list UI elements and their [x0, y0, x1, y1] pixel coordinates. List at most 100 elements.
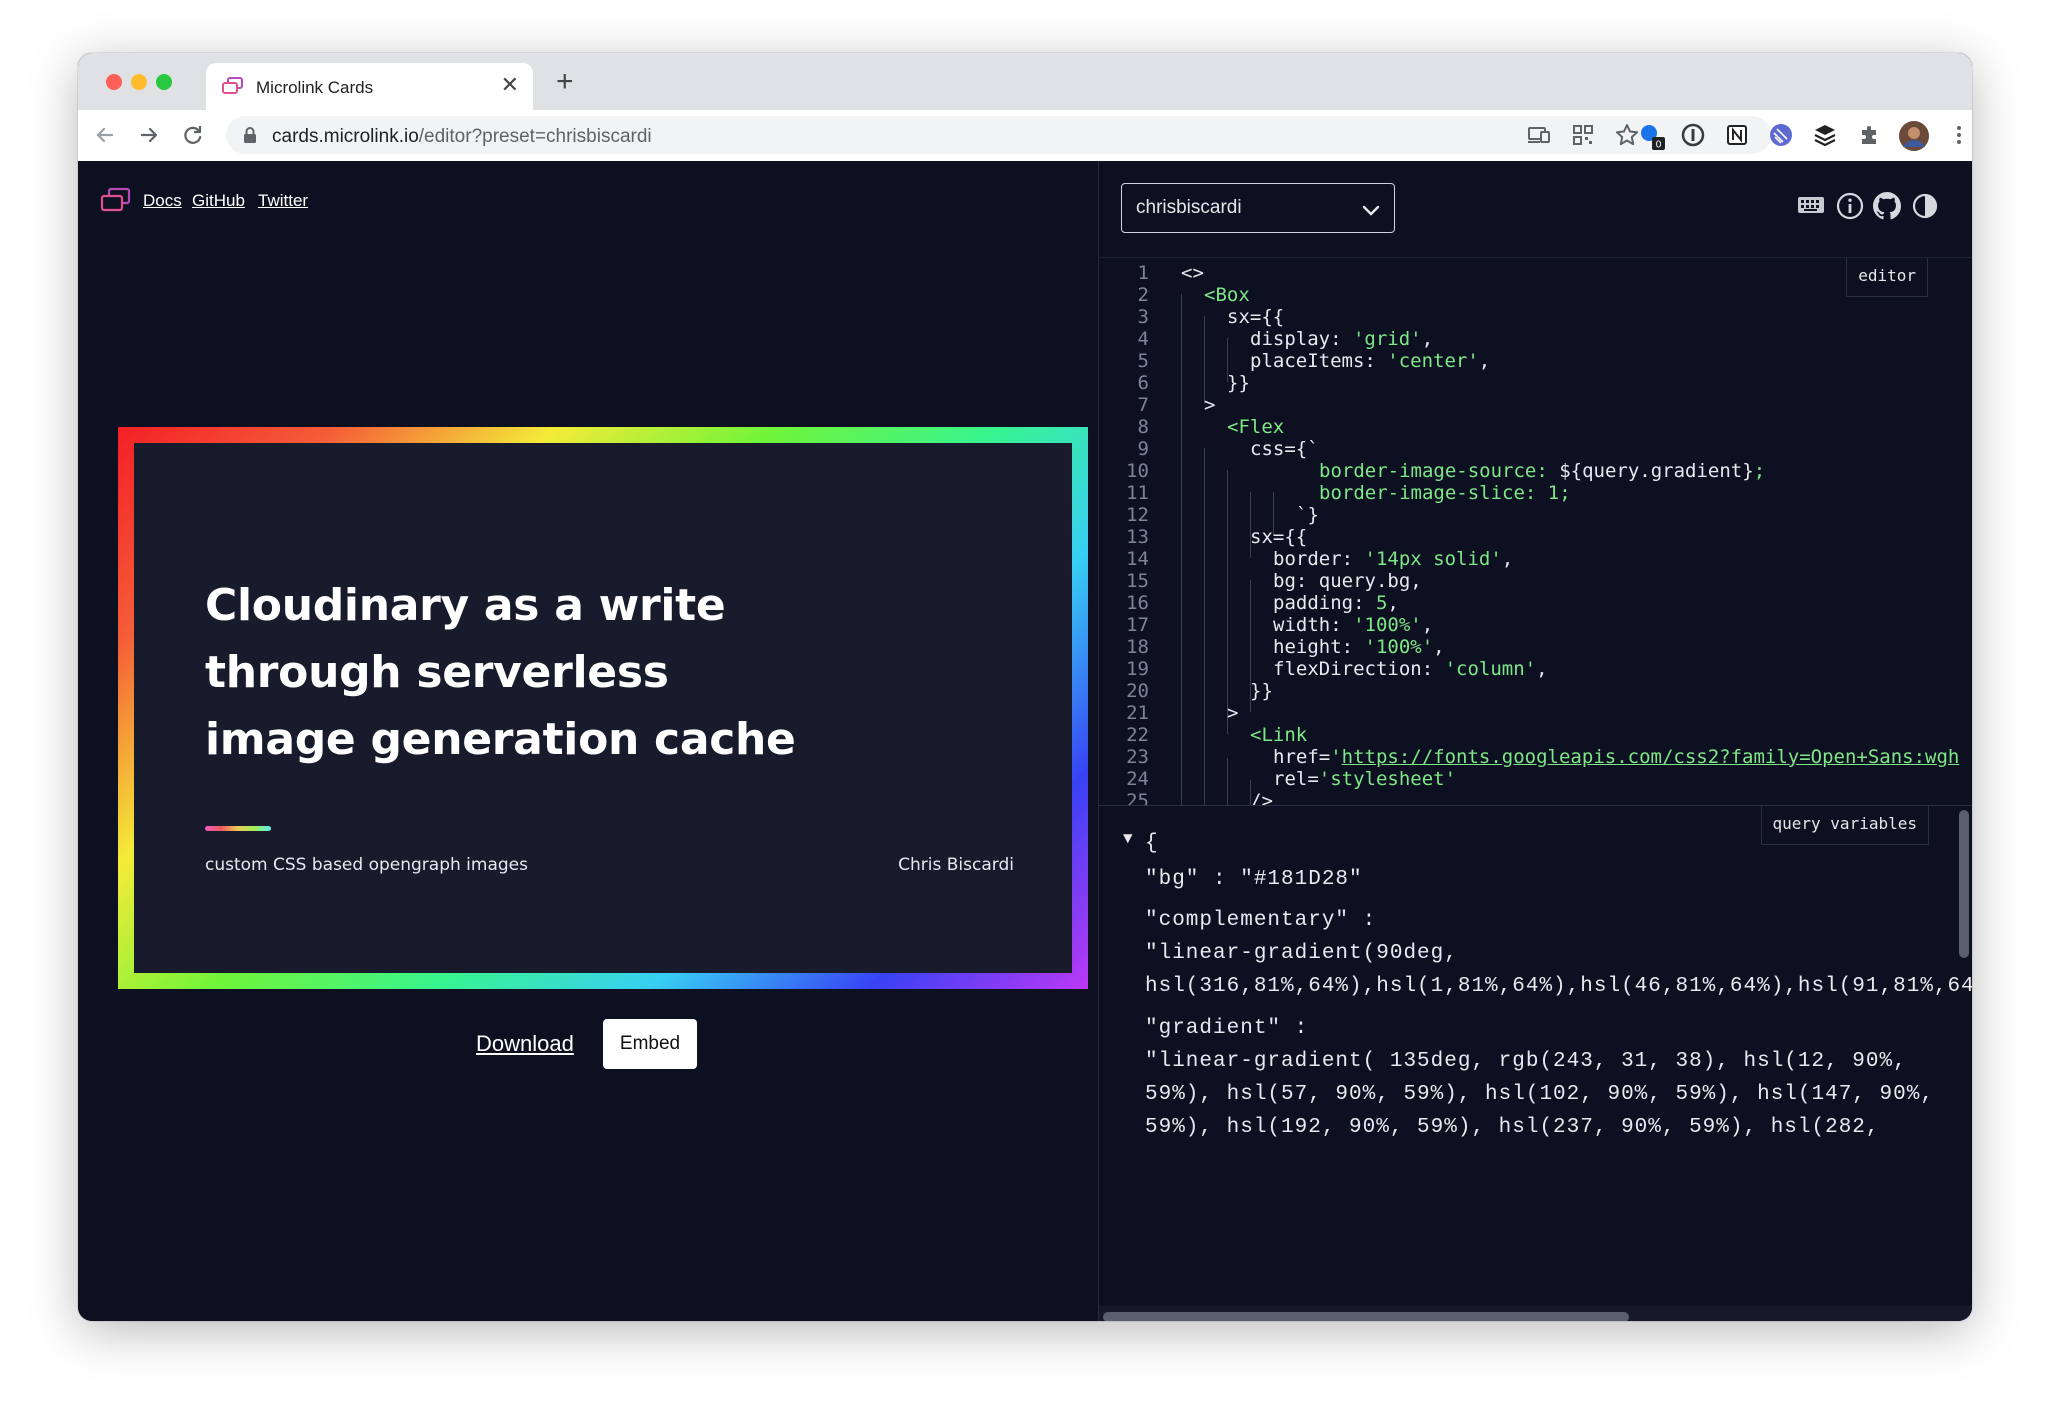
line-number: 25	[1126, 790, 1149, 806]
code-editor[interactable]: editor 1 2 3 4 5 6 7 8 9 10 11 12 13 14 …	[1099, 257, 1972, 806]
line-number: 24	[1126, 768, 1149, 790]
line-number: 19	[1126, 658, 1149, 680]
logo-icon[interactable]	[100, 187, 132, 218]
code-token: 'grid'	[1352, 328, 1422, 350]
line-number: 22	[1126, 724, 1149, 746]
line-number: 6	[1137, 372, 1149, 394]
preset-select[interactable]: chrisbiscardi	[1121, 183, 1395, 233]
code-line: <Link	[1250, 724, 1308, 746]
address-bar[interactable]: cards.microlink.io/editor?preset=chrisbi…	[226, 116, 1771, 154]
line-number: 14	[1126, 548, 1149, 570]
code-token: ${query.gradient}	[1559, 460, 1754, 482]
preset-select-value: chrisbiscardi	[1136, 197, 1242, 218]
code-line: bg: query.bg,	[1273, 570, 1422, 592]
minimize-window-button[interactable]	[131, 74, 147, 90]
code-token: ,	[1387, 592, 1399, 614]
lock-icon[interactable]	[242, 126, 258, 149]
nav-link-docs[interactable]: Docs	[143, 191, 182, 211]
notion-icon[interactable]	[1724, 122, 1750, 148]
url-host: cards.microlink.io	[272, 126, 419, 147]
buffer-icon[interactable]	[1812, 122, 1838, 148]
code-line: css={`	[1250, 438, 1319, 460]
line-number: 23	[1126, 746, 1149, 768]
horizontal-scrollbar[interactable]	[1103, 1312, 1629, 1321]
keyboard-icon[interactable]	[1797, 195, 1825, 220]
code-line: />	[1250, 790, 1273, 806]
qr-code-icon[interactable]	[1570, 122, 1596, 148]
code-line: sx={{	[1250, 526, 1308, 548]
tab-strip: Microlink Cards ✕ +	[78, 53, 1972, 110]
url-text[interactable]: cards.microlink.io/editor?preset=chrisbi…	[272, 126, 652, 148]
code-token: rel=	[1273, 768, 1319, 790]
indent-guide	[1250, 492, 1251, 558]
github-icon[interactable]	[1873, 192, 1901, 225]
indent-guide	[1204, 316, 1205, 404]
nav-link-github[interactable]: GitHub	[192, 191, 245, 211]
profile-avatar[interactable]	[1898, 120, 1930, 152]
preview-pane: Docs GitHub Twitter Cloudinary as a writ…	[78, 161, 1098, 1321]
line-number: 4	[1137, 328, 1149, 350]
nav-link-twitter[interactable]: Twitter	[258, 191, 308, 211]
onepassword-icon[interactable]	[1680, 122, 1706, 148]
card-title-line: image generation cache	[205, 714, 796, 765]
code-token: width:	[1273, 614, 1354, 636]
back-icon[interactable]	[90, 120, 120, 150]
browser-menu-icon[interactable]	[1946, 122, 1972, 148]
code-line: <>	[1181, 262, 1204, 284]
maximize-window-button[interactable]	[156, 74, 172, 90]
browser-tab[interactable]: Microlink Cards ✕	[206, 63, 533, 110]
code-line: height: '100%',	[1273, 636, 1445, 658]
line-number: 9	[1137, 438, 1149, 460]
json-brace: {	[1145, 832, 1159, 855]
code-line: display: 'grid',	[1250, 328, 1433, 350]
code-token: 'column'	[1444, 658, 1537, 680]
reload-icon[interactable]	[178, 120, 208, 150]
json-key: "bg" :	[1145, 868, 1241, 891]
close-window-button[interactable]	[106, 74, 122, 90]
code-token: '	[1330, 746, 1342, 768]
json-value: 59%), hsl(57, 90%, 59%), hsl(102, 90%, 5…	[1145, 1083, 1934, 1106]
bookmark-star-icon[interactable]	[1614, 122, 1640, 148]
code-line: border-image-source: ${query.gradient};	[1319, 460, 1765, 482]
new-tab-button[interactable]: +	[556, 65, 574, 99]
code-token: ;	[1753, 460, 1766, 482]
extensions-puzzle-icon[interactable]	[1856, 122, 1882, 148]
info-icon[interactable]	[1836, 192, 1864, 225]
line-number: 20	[1126, 680, 1149, 702]
line-number: 12	[1126, 504, 1149, 526]
code-token: 'stylesheet'	[1318, 768, 1457, 790]
collapse-toggle-icon[interactable]: ▼	[1123, 830, 1134, 848]
line-number: 21	[1126, 702, 1149, 724]
line-number: 15	[1126, 570, 1149, 592]
json-value: "#181D28"	[1240, 868, 1363, 891]
code-token: '14px solid'	[1364, 548, 1502, 570]
contrast-icon[interactable]	[1911, 192, 1939, 225]
cast-icon[interactable]	[1526, 122, 1552, 148]
line-number: 13	[1126, 526, 1149, 548]
svg-text:0: 0	[1656, 140, 1662, 151]
linear-icon[interactable]	[1768, 122, 1794, 148]
vertical-scrollbar[interactable]	[1959, 810, 1969, 958]
code-token: href=	[1273, 746, 1331, 768]
close-tab-icon[interactable]: ✕	[501, 73, 519, 97]
code-line: placeItems: 'center',	[1250, 350, 1490, 372]
download-link[interactable]: Download	[476, 1031, 574, 1057]
indent-guide	[1204, 448, 1205, 806]
code-link[interactable]: https://fonts.googleapis.com/css2?family…	[1342, 746, 1960, 768]
gradient-accent-line	[205, 826, 271, 831]
password-manager-icon[interactable]: 0	[1638, 122, 1665, 151]
code-token: ,	[1536, 658, 1548, 680]
line-number: 2	[1137, 284, 1149, 306]
code-line: rel='stylesheet'	[1273, 768, 1456, 790]
code-line: border-image-slice: 1;	[1319, 482, 1571, 504]
forward-icon[interactable]	[134, 120, 164, 150]
code-token: ,	[1421, 614, 1434, 636]
line-number: 1	[1137, 262, 1149, 284]
code-token: border-image-source:	[1319, 460, 1560, 482]
code-token: padding:	[1273, 592, 1376, 614]
query-variables-panel[interactable]: query variables ▼ { "bg" : "#181D28" "co…	[1099, 805, 1972, 1321]
embed-button[interactable]: Embed	[603, 1019, 697, 1069]
code-line: flexDirection: 'column',	[1273, 658, 1548, 680]
indent-guide	[1227, 470, 1228, 734]
line-number: 10	[1126, 460, 1149, 482]
